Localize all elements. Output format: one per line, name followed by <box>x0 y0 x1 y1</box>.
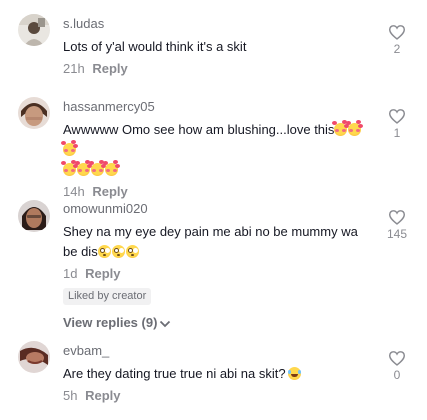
smiling-face-with-hearts-emoji <box>89 161 104 176</box>
view-replies-label: View replies (9) <box>63 315 158 330</box>
comment-time: 21h <box>63 61 85 76</box>
comment-text-content: Are they dating true true ni abi na skit… <box>63 366 286 381</box>
laughing-face-emoji <box>287 367 301 380</box>
flushed-face-emoji <box>125 245 139 258</box>
view-replies-button[interactable]: View replies (9) <box>63 314 367 332</box>
comment-text-content: Awwwww Omo see how am blushing...love th… <box>63 122 335 137</box>
chevron-down-icon <box>160 320 171 327</box>
smiling-face-with-hearts-emoji <box>61 141 76 156</box>
smiling-face-with-hearts-emoji <box>346 121 362 136</box>
comment-text: Are they dating true true ni abi na skit… <box>63 364 367 384</box>
like-count: 1 <box>393 126 401 140</box>
avatar[interactable] <box>18 341 50 373</box>
comment-text: Shey na my eye dey pain me abi no be mum… <box>63 222 363 262</box>
flushed-face-emoji <box>97 245 111 258</box>
flushed-face-emoji <box>111 245 125 258</box>
comment-username[interactable]: omowunmi020 <box>63 201 367 217</box>
comment-time: 5h <box>63 388 78 403</box>
comment-username[interactable]: s.ludas <box>63 16 367 32</box>
like-count: 2 <box>393 42 401 56</box>
comment-time: 14h <box>63 184 85 199</box>
reply-button[interactable]: Reply <box>92 61 127 76</box>
comment-text-content: Lots of y'al would think it's a skit <box>63 39 247 54</box>
smiling-face-with-hearts-emoji <box>75 161 90 176</box>
comment-meta: 14h Reply <box>63 183 367 201</box>
heart-icon <box>388 25 406 40</box>
heart-icon <box>388 351 406 366</box>
like-button[interactable]: 145 <box>381 209 413 241</box>
reply-button[interactable]: Reply <box>92 184 127 199</box>
comment-meta: 5h Reply <box>63 387 367 405</box>
comment-username[interactable]: evbam_ <box>63 343 367 359</box>
like-button[interactable]: 2 <box>381 24 413 56</box>
liked-by-creator-badge: Liked by creator <box>63 288 152 305</box>
comment-text: Lots of y'al would think it's a skit <box>63 37 367 57</box>
avatar[interactable] <box>18 97 50 129</box>
smiling-face-with-hearts-emoji <box>332 121 348 136</box>
comment-username[interactable]: hassanmercy05 <box>63 99 367 115</box>
like-button[interactable]: 0 <box>381 350 413 382</box>
like-count: 145 <box>386 227 408 241</box>
avatar[interactable] <box>18 14 50 46</box>
smiling-face-with-hearts-emoji <box>61 161 76 176</box>
comment-meta: 1d Reply <box>63 265 367 283</box>
like-button[interactable]: 1 <box>381 108 413 140</box>
avatar[interactable] <box>18 200 50 232</box>
heart-icon <box>388 109 406 124</box>
comment-time: 1d <box>63 266 78 281</box>
reply-button[interactable]: Reply <box>85 266 120 281</box>
smiling-face-with-hearts-emoji <box>103 161 118 176</box>
heart-icon <box>388 210 406 225</box>
comment-meta: 21h Reply <box>63 60 367 78</box>
comment-text: Awwwww Omo see how am blushing...love th… <box>61 120 367 180</box>
reply-button[interactable]: Reply <box>85 388 120 403</box>
like-count: 0 <box>393 368 401 382</box>
